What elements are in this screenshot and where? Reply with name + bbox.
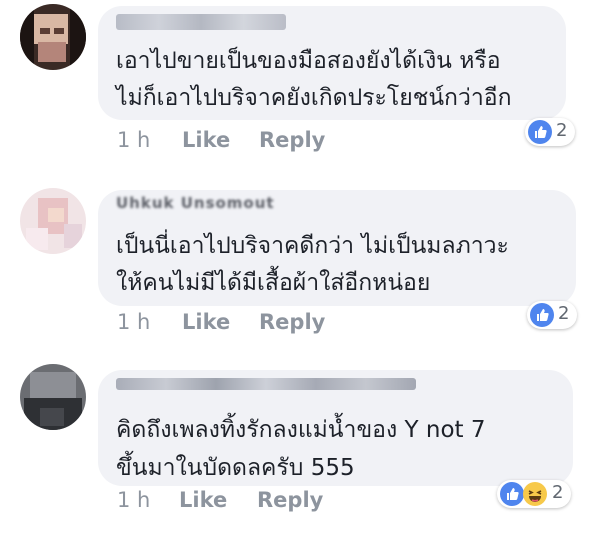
timestamp[interactable]: 1 h [117, 488, 150, 512]
avatar[interactable] [20, 364, 86, 430]
comment-actions: 1 h Like Reply [0, 128, 600, 158]
like-button[interactable]: Like [179, 488, 227, 512]
reaction-count: 2 [558, 303, 570, 324]
like-icon [530, 303, 554, 327]
comment-2: Uhkuk Unsomout เป็นนี่เอาไปบริจาคดีกว่า … [0, 180, 600, 360]
reaction-summary[interactable]: 2 [525, 118, 575, 146]
avatar[interactable] [20, 4, 86, 70]
reply-button[interactable]: Reply [257, 488, 323, 512]
reaction-count: 2 [556, 120, 568, 141]
comment-bubble: คิดถึงเพลงทิ้งรักลงแม่น้ำของ Y not 7 ขึ้… [98, 370, 573, 486]
like-icon [528, 120, 552, 144]
like-button[interactable]: Like [182, 128, 230, 152]
timestamp[interactable]: 1 h [117, 128, 150, 152]
reply-button[interactable]: Reply [259, 128, 325, 152]
author-name-blurred[interactable]: Uhkuk Unsomout [116, 194, 316, 214]
comment-text-line-1: คิดถึงเพลงทิ้งรักลงแม่น้ำของ Y not 7 [116, 417, 486, 443]
like-icon [500, 482, 524, 506]
comment-text-line-2: ขึ้นมาในบัดดลครับ 555 [116, 455, 355, 481]
comment-1: เอาไปขายเป็นของมือสองยังได้เงิน หรือ ไม่… [0, 0, 600, 180]
timestamp[interactable]: 1 h [117, 310, 150, 334]
reaction-summary[interactable]: 2 [497, 480, 571, 508]
comment-actions: 1 h Like Reply [0, 310, 600, 340]
comment-text-line-1: เป็นนี่เอาไปบริจาคดีกว่า ไม่เป็นมลภาวะ [116, 233, 509, 259]
reaction-summary[interactable]: 2 [527, 301, 577, 329]
reaction-count: 2 [552, 482, 564, 503]
comment-text-line-1: เอาไปขายเป็นของมือสองยังได้เงิน หรือ [116, 48, 501, 74]
like-button[interactable]: Like [182, 310, 230, 334]
comment-bubble: เอาไปขายเป็นของมือสองยังได้เงิน หรือ ไม่… [98, 6, 566, 120]
comment-bubble: Uhkuk Unsomout เป็นนี่เอาไปบริจาคดีกว่า … [98, 190, 576, 306]
reply-button[interactable]: Reply [259, 310, 325, 334]
avatar[interactable] [20, 188, 86, 254]
comment-text-line-2: ให้คนไม่มีได้มีเสื้อผ้าใส่อีกหน่อย [116, 270, 431, 296]
comment-3: คิดถึงเพลงทิ้งรักลงแม่น้ำของ Y not 7 ขึ้… [0, 360, 600, 542]
author-name-blurred[interactable] [116, 378, 416, 390]
author-name-blurred[interactable] [116, 14, 286, 30]
comment-text-line-2: ไม่ก็เอาไปบริจาคยังเกิดประโยชน์กว่าอีก [116, 85, 512, 111]
haha-icon [523, 482, 547, 506]
